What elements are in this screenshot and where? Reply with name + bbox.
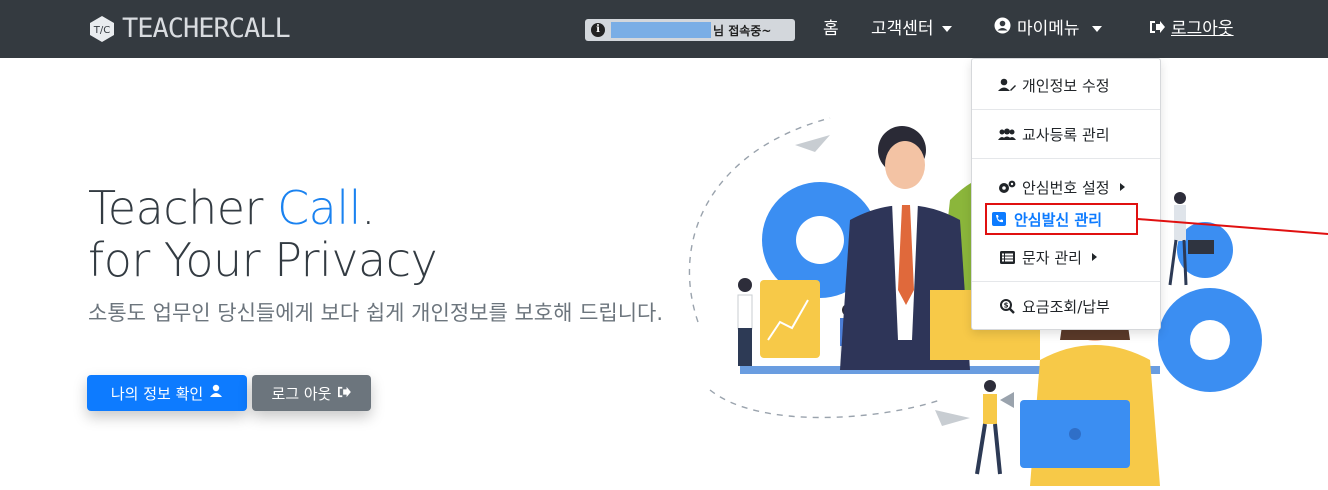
nav-logout[interactable]: 로그아웃 [1149,17,1234,41]
menu-item-teacher-registration[interactable]: 교사등록 관리 [972,120,1160,148]
menu-item-edit-profile[interactable]: 개인정보 수정 [972,71,1160,99]
redacted-username [611,22,711,38]
hero-title: Teacher Call. for Your Privacy [88,182,438,287]
my-info-button[interactable]: 나의 정보 확인 [87,375,247,411]
brand-name: TEACHERCALL [122,13,291,44]
mymenu-dropdown: 개인정보 수정 교사등록 관리 안심번호 설정 안심발신 관리 문자 관리 $ … [971,58,1161,330]
menu-item-label: 문자 관리 [1022,248,1082,267]
caret-down-icon [941,26,952,32]
cogs-icon [998,179,1016,195]
hero-title-dot: . [360,181,376,235]
logout-button-label: 로그 아웃 [271,384,332,403]
nav-support-label: 고객센터 [871,19,934,39]
menu-item-label: 요금조회/납부 [1022,297,1110,316]
hero-title-call: Call [277,181,361,235]
logout-button[interactable]: 로그 아웃 [252,375,371,411]
nav-mymenu-dropdown[interactable]: 마이메뉴 [994,17,1102,41]
my-info-button-label: 나의 정보 확인 [110,384,204,403]
users-icon [998,126,1016,142]
menu-item-label: 교사등록 관리 [1022,125,1110,144]
menu-divider [972,109,1160,110]
user-circle-icon [994,17,1011,41]
list-icon [998,249,1016,265]
status-text: 님 접속중~ [713,23,772,38]
menu-item-billing[interactable]: $ 요금조회/납부 [972,292,1160,320]
menu-item-label: 개인정보 수정 [1022,76,1110,95]
user-icon [209,384,223,402]
menu-item-label: 안심번호 설정 [1022,178,1110,197]
search-dollar-icon: $ [998,298,1016,314]
hero-title-teacher: Teacher [88,181,278,235]
menu-item-sms-management[interactable]: 문자 관리 [972,243,1160,271]
hero-subtitle: 소통도 업무인 당신들에게 보다 쉽게 개인정보를 보호해 드립니다. [88,301,664,325]
info-icon: i [591,23,605,37]
caret-down-icon [1091,26,1102,32]
user-edit-icon [998,77,1016,93]
nav-home-label: 홈 [823,19,839,39]
nav-logout-label: 로그아웃 [1171,19,1234,39]
highlight-box [985,203,1138,235]
caret-right-icon [1091,253,1097,261]
svg-text:$: $ [1003,301,1008,309]
nav-home[interactable]: 홈 [823,17,839,41]
top-navbar: T/C TEACHERCALL i 님 접속중~ 홈 고객센터 마이메뉴 로그아… [0,0,1328,58]
nav-mymenu-label: 마이메뉴 [1017,19,1080,39]
menu-divider [972,158,1160,159]
caret-right-icon [1119,183,1125,191]
login-status-badge: i 님 접속중~ [585,19,795,41]
menu-divider [972,281,1160,282]
menu-item-safe-number-settings[interactable]: 안심번호 설정 [972,173,1160,201]
sign-out-icon [1149,17,1165,41]
sign-out-icon [337,384,352,402]
hero-title-line1: Teacher Call. [88,182,437,234]
svg-text:T/C: T/C [93,25,110,36]
nav-support-dropdown[interactable]: 고객센터 [871,17,952,41]
brand-link[interactable]: T/C TEACHERCALL [88,13,291,45]
logo-icon: T/C [88,15,116,43]
hero-title-line2: for Your Privacy [88,233,438,287]
